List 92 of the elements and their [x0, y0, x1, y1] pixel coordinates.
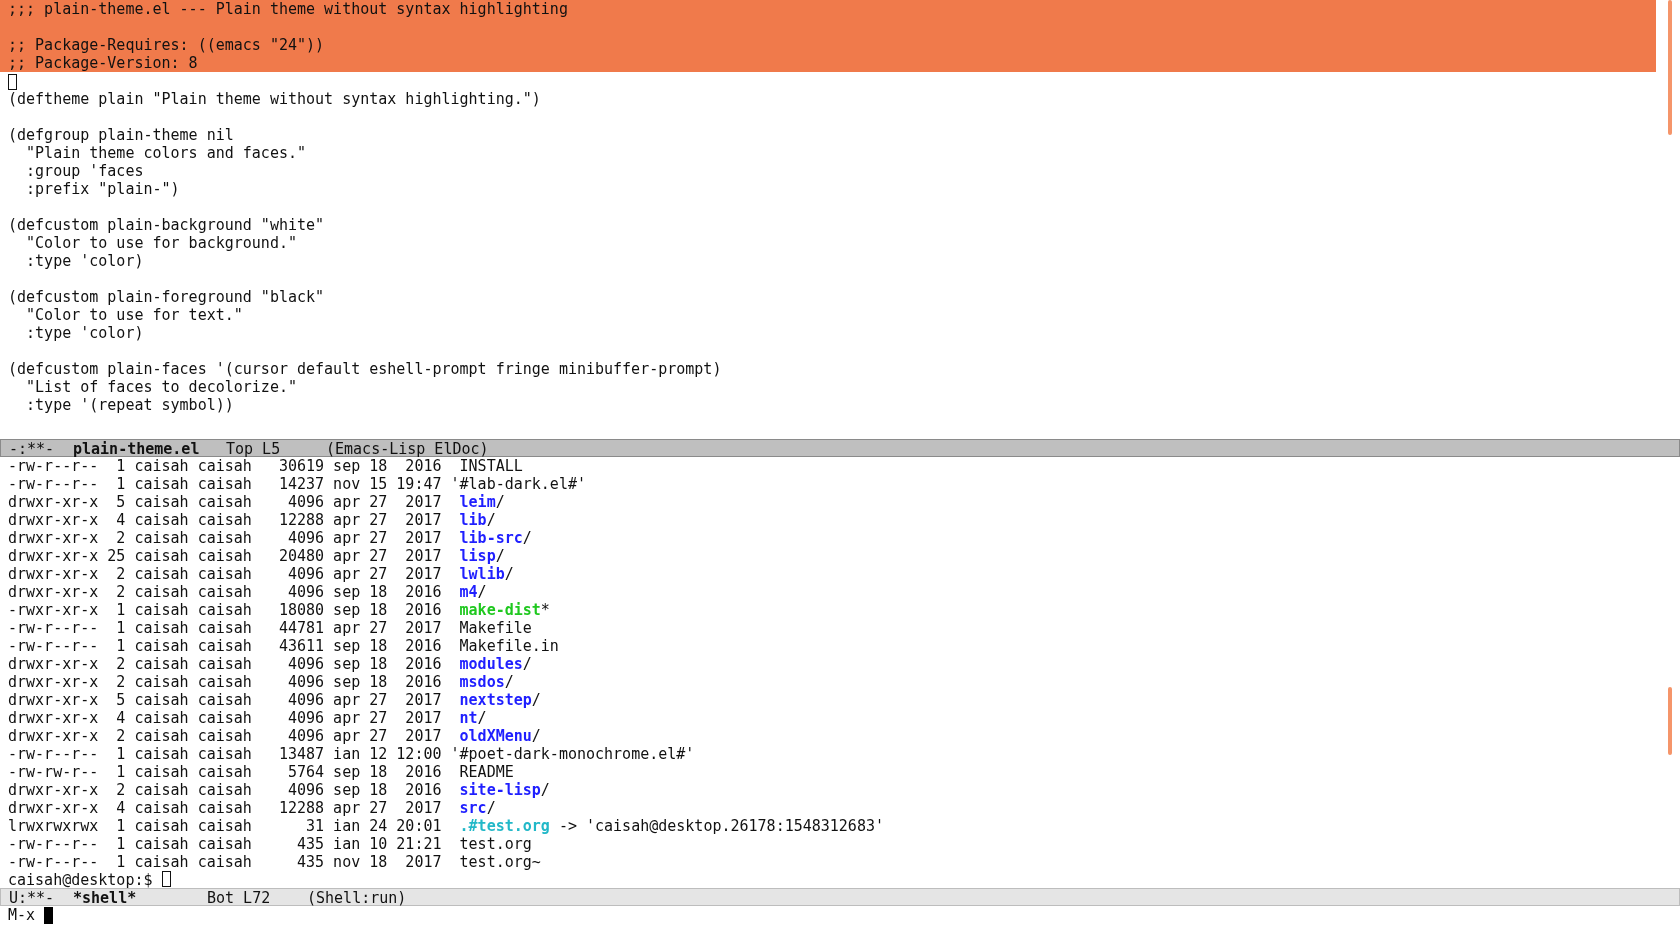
code-line: "List of faces to decolorize." [25, 378, 297, 396]
buffer-name: *shell* [73, 889, 138, 905]
file-suffix: / [495, 547, 505, 565]
mode-flags: -:**- [9, 440, 56, 456]
code-line: :type '(repeat symbol)) [25, 396, 234, 414]
block-cursor [44, 907, 54, 924]
file-info: -rw-r--r-- 1 caisah caisah 435 ian 10 21:21 [8, 835, 443, 853]
buffer-position: Top L5 [226, 440, 282, 456]
file-info: -rw-rw-r-- 1 caisah caisah 5764 sep 18 2016 [8, 763, 443, 781]
file-suffix: -> 'caisah@desktop.26178:1548312683' [557, 817, 884, 835]
code-line: ;;; plain-theme.el --- Plain theme without syntax highlighting [8, 0, 568, 18]
file-info: drwxr-xr-x 4 caisah caisah 12288 apr 27 2017 [8, 511, 443, 529]
file-name: nt [459, 709, 478, 727]
file-suffix: / [486, 799, 496, 817]
text-cursor [161, 871, 171, 887]
file-suffix: / [531, 691, 541, 709]
file-info: drwxr-xr-x 5 caisah caisah 4096 apr 27 2017 [8, 691, 443, 709]
file-suffix: / [504, 673, 514, 691]
scrollbar-thumb[interactable] [1668, 0, 1672, 135]
file-info: drwxr-xr-x 2 caisah caisah 4096 sep 18 2016 [8, 781, 443, 799]
code-line: "Plain theme colors and faces." [25, 144, 306, 162]
file-info: drwxr-xr-x 2 caisah caisah 4096 apr 27 2017 [8, 727, 443, 745]
file-name: Makefile.in [459, 637, 559, 655]
file-name: INSTALL [459, 457, 523, 475]
file-name: m4 [459, 583, 478, 601]
buffer-position: Bot L72 [207, 889, 272, 905]
major-mode: (Shell:run) [307, 889, 407, 905]
file-name: nextstep [459, 691, 532, 709]
code-line: "Color to use for text." [25, 306, 243, 324]
code-line: (defcustom plain-background "white" [8, 216, 325, 234]
file-info: drwxr-xr-x 2 caisah caisah 4096 sep 18 2016 [8, 583, 443, 601]
file-info: -rwxr-xr-x 1 caisah caisah 18080 sep 18 2016 [8, 601, 443, 619]
file-name: '#lab-dark.el#' [450, 475, 586, 493]
file-suffix: / [504, 565, 514, 583]
file-name: src [459, 799, 487, 817]
file-name: Makefile [459, 619, 532, 637]
file-suffix: * [540, 601, 550, 619]
code-line: :type 'color) [25, 324, 144, 342]
file-suffix: / [540, 781, 550, 799]
buffer-name: plain-theme.el [73, 440, 201, 456]
file-info: drwxr-xr-x 25 caisah caisah 20480 apr 27 2017 [8, 547, 443, 565]
code-line: :prefix "plain-") [25, 180, 180, 198]
file-suffix: / [531, 727, 541, 745]
file-name: oldXMenu [459, 727, 532, 745]
code-line: ;; Package-Requires: ((emacs "24")) [8, 36, 325, 54]
file-info: drwxr-xr-x 2 caisah caisah 4096 sep 18 2016 [8, 655, 443, 673]
file-info: drwxr-xr-x 2 caisah caisah 4096 apr 27 2017 [8, 529, 443, 547]
minibuffer-prompt: M-x [8, 906, 36, 925]
file-name: make-dist [459, 601, 541, 619]
file-info: drwxr-xr-x 2 caisah caisah 4096 sep 18 2016 [8, 673, 443, 691]
file-name: modules [459, 655, 523, 673]
file-name: leim [459, 493, 496, 511]
scrollbar-thumb[interactable] [1668, 687, 1672, 755]
file-suffix: / [522, 655, 532, 673]
file-info: -rw-r--r-- 1 caisah caisah 435 nov 18 2017 [8, 853, 443, 871]
file-name: lisp [459, 547, 496, 565]
code-line: (defcustom plain-foreground "black" [8, 288, 325, 306]
code-line: :type 'color) [25, 252, 144, 270]
file-name: test.org~ [459, 853, 541, 871]
major-mode: (Emacs-Lisp ElDoc) [326, 440, 489, 456]
file-suffix: / [477, 583, 487, 601]
file-info: lrwxrwxrwx 1 caisah caisah 31 ian 24 20:01 [8, 817, 443, 835]
file-name: lib-src [459, 529, 523, 547]
shell-prompt: caisah@desktop:$ [8, 871, 153, 888]
file-name: lib [459, 511, 487, 529]
file-name: msdos [459, 673, 505, 691]
mode-flags: U:**- [9, 889, 56, 905]
file-info: drwxr-xr-x 5 caisah caisah 4096 apr 27 2017 [8, 493, 443, 511]
file-info: drwxr-xr-x 2 caisah caisah 4096 apr 27 2017 [8, 565, 443, 583]
file-name: site-lisp [459, 781, 541, 799]
file-suffix: / [522, 529, 532, 547]
file-name: README [459, 763, 514, 781]
file-info: -rw-r--r-- 1 caisah caisah 13487 ian 12 12:00 [8, 745, 443, 763]
file-name: .#test.org [459, 817, 550, 835]
file-name: test.org [459, 835, 532, 853]
file-info: -rw-r--r-- 1 caisah caisah 43611 sep 18 2016 [8, 637, 443, 655]
file-suffix: / [495, 493, 505, 511]
file-info: drwxr-xr-x 4 caisah caisah 12288 apr 27 2017 [8, 799, 443, 817]
code-line: (defgroup plain-theme nil [8, 126, 234, 144]
code-line: (deftheme plain "Plain theme without syntax highlighting.") [8, 90, 541, 108]
file-name: lwlib [459, 565, 505, 583]
file-info: -rw-r--r-- 1 caisah caisah 30619 sep 18 2016 [8, 457, 443, 475]
file-suffix: / [477, 709, 487, 727]
file-name: '#poet-dark-monochrome.el#' [450, 745, 695, 763]
file-info: -rw-r--r-- 1 caisah caisah 14237 nov 15 19:47 [8, 475, 443, 493]
code-line: :group 'faces [25, 162, 144, 180]
code-line: ;; Package-Version: 8 [8, 54, 198, 72]
file-info: -rw-r--r-- 1 caisah caisah 44781 apr 27 2017 [8, 619, 443, 637]
file-info: drwxr-xr-x 4 caisah caisah 4096 apr 27 2017 [8, 709, 443, 727]
code-line: "Color to use for background." [25, 234, 297, 252]
file-suffix: / [486, 511, 496, 529]
code-line: (defcustom plain-faces '(cursor default eshell-prompt fringe minibuffer-prompt) [8, 360, 722, 378]
